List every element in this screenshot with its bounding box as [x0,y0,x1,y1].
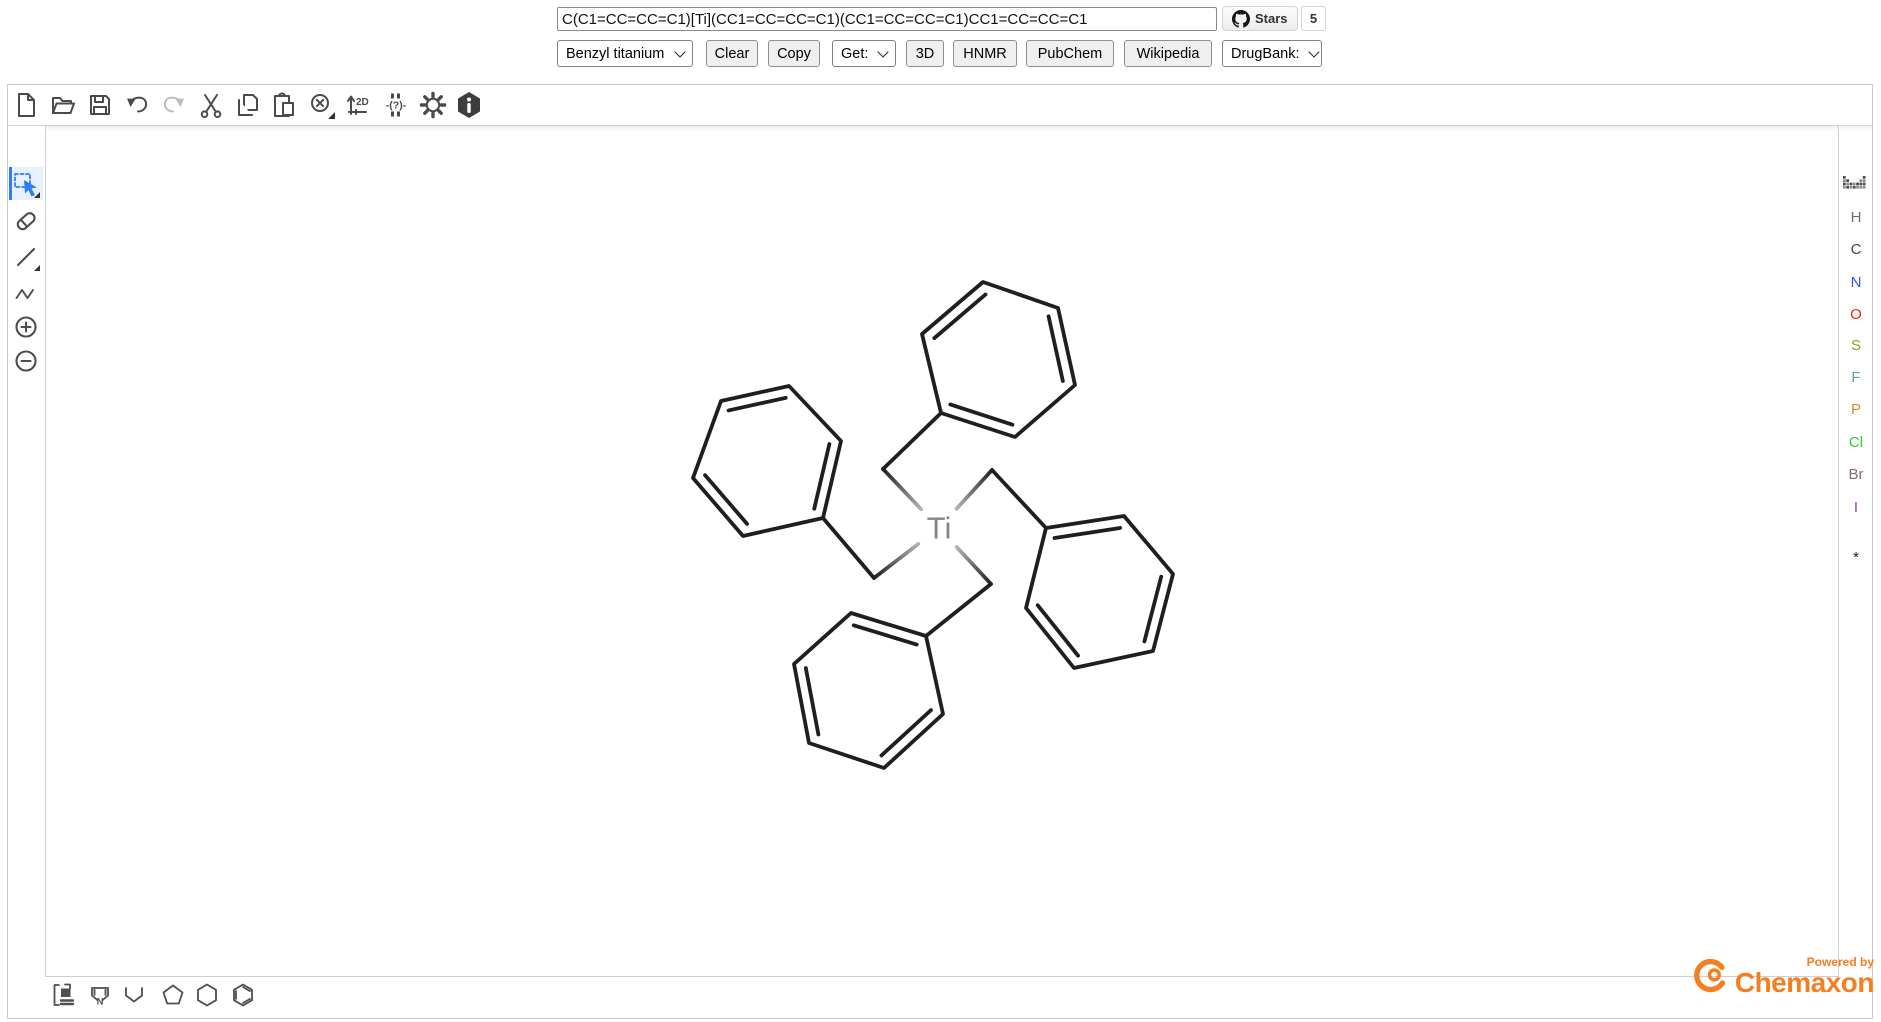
cyclopentadiene-template-icon[interactable] [120,981,148,1009]
eraser-tool[interactable] [9,204,43,237]
zoom-out-tool[interactable] [9,344,43,377]
hnmr-button[interactable]: HNMR [953,40,1017,67]
benzene-template-icon[interactable] [229,981,257,1009]
element-f[interactable]: F [1840,365,1872,389]
clear-canvas-icon[interactable] [306,90,336,120]
copy-button[interactable]: Copy [768,40,820,67]
copy-icon[interactable] [233,90,263,120]
github-stars-label: Stars [1255,11,1288,26]
element-s[interactable]: S [1840,333,1872,357]
redo-icon[interactable] [158,90,188,120]
main-toolbar: 2D -(?)- [8,85,1872,126]
abbreviated-groups-icon[interactable]: -(?)- [381,90,411,120]
pubchem-button[interactable]: PubChem [1026,40,1114,67]
cut-icon[interactable] [196,90,226,120]
element-i[interactable]: I [1840,495,1872,519]
element-h[interactable]: H [1840,205,1872,229]
about-info-icon[interactable] [454,90,484,120]
svg-text:2D: 2D [356,97,369,108]
pyrrole-template-icon[interactable]: N [86,981,114,1009]
molecule-select[interactable]: Benzyl titanium [557,40,693,67]
chevron-down-icon [674,46,685,57]
cyclopentane-template-icon[interactable] [159,981,187,1009]
element-br[interactable]: Br [1840,462,1872,486]
chevron-down-icon [1308,46,1319,57]
clean-2d-icon[interactable]: 2D [343,90,373,120]
open-icon[interactable] [48,90,78,120]
smiles-input[interactable] [557,7,1217,31]
get-select[interactable]: Get: [832,40,896,67]
github-star-count[interactable]: 5 [1301,6,1326,31]
select-rectangle-tool[interactable] [9,167,43,200]
marvin-sketch-app: Stars 5 Benzyl titanium Clear Copy Get: … [0,0,1881,1022]
svg-text:-(?)-: -(?)- [386,100,407,112]
settings-gear-icon[interactable] [418,90,448,120]
template-toolbar: N [8,978,1872,1017]
github-icon [1232,10,1250,28]
element-cl[interactable]: Cl [1840,430,1872,454]
cyclohexane-template-icon[interactable] [193,981,221,1009]
element-o[interactable]: O [1840,302,1872,326]
element-c[interactable]: C [1840,237,1872,261]
chemaxon-logo-icon [1694,953,1729,999]
left-tool-strip [8,126,45,1017]
save-icon[interactable] [85,90,115,120]
drawing-canvas[interactable] [45,125,1839,977]
element-palette: H C N O S F P Cl Br I * [1840,126,1872,1017]
wikipedia-button[interactable]: Wikipedia [1124,40,1212,67]
svg-text:N: N [97,997,104,1008]
clear-button[interactable]: Clear [706,40,758,67]
3d-button[interactable]: 3D [906,40,944,67]
new-document-icon[interactable] [11,90,41,120]
element-any[interactable]: * [1840,545,1872,569]
paste-icon[interactable] [269,90,299,120]
undo-icon[interactable] [123,90,153,120]
abbreviated-group-template-icon[interactable] [49,981,77,1009]
chemaxon-branding[interactable]: Powered by Chemaxon [1694,950,1874,1002]
drugbank-select[interactable]: DrugBank: [1222,40,1322,67]
sketcher-frame: 2D -(?)- [7,84,1873,1019]
chemaxon-wordmark: Chemaxon [1735,969,1874,997]
github-stars-button[interactable]: Stars [1222,6,1298,31]
zoom-in-tool[interactable] [9,310,43,343]
chain-tool[interactable] [9,276,43,309]
chevron-down-icon [877,46,888,57]
single-bond-tool[interactable] [9,240,43,273]
element-n[interactable]: N [1840,270,1872,294]
periodic-table-icon[interactable] [1843,176,1869,197]
element-p[interactable]: P [1840,397,1872,421]
